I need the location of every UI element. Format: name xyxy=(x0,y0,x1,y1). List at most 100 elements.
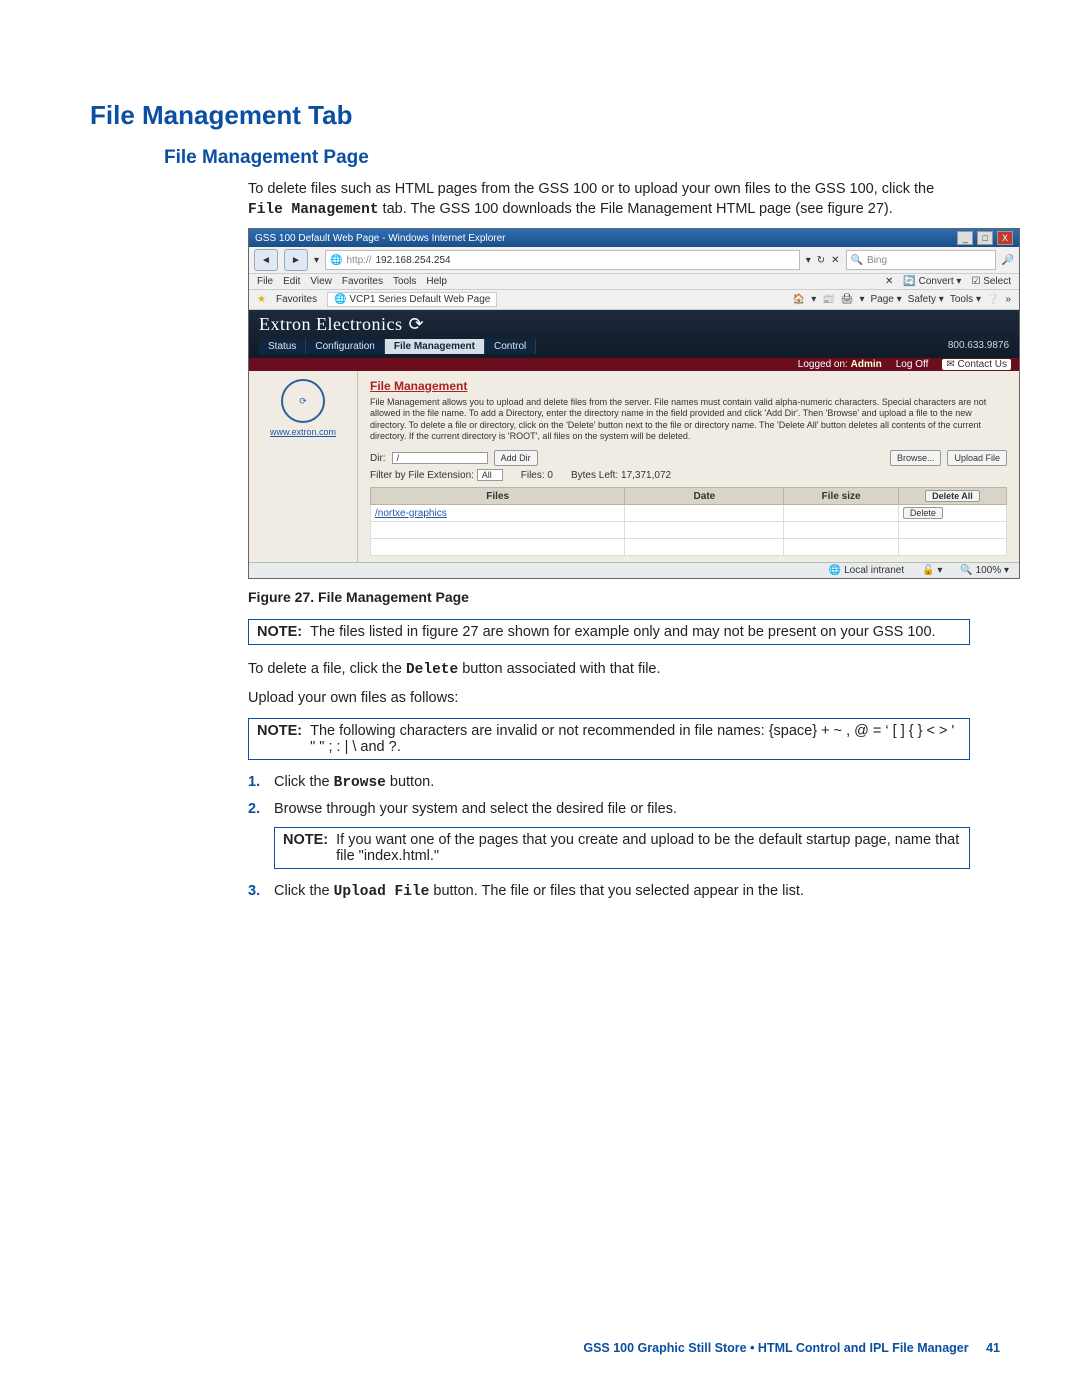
page-title: File Management Tab xyxy=(90,100,1000,131)
mode-icon: 🔓 xyxy=(922,565,934,576)
browser-navbar: ◄ ► ▾ 🌐 http:// 192.168.254.254 ▾ ↻ ✕ 🔍 … xyxy=(249,247,1019,274)
log-off-link[interactable]: Log Off xyxy=(896,359,929,370)
tab-status[interactable]: Status xyxy=(259,339,306,354)
files-count-group: Files: 0 xyxy=(521,470,553,481)
zone-label: Local intranet xyxy=(844,565,904,576)
dir-input[interactable]: / xyxy=(392,452,488,464)
search-go-icon[interactable]: 🔎 xyxy=(1002,255,1014,266)
close-button[interactable]: X xyxy=(997,231,1013,245)
note-box-1: NOTE: The files listed in figure 27 are … xyxy=(248,619,970,645)
status-mode[interactable]: 🔓 ▾ xyxy=(922,565,942,576)
menu-view[interactable]: View xyxy=(310,276,332,287)
step-3: Click the Upload File button. The file o… xyxy=(248,883,970,900)
figure-screenshot: GSS 100 Default Web Page - Windows Inter… xyxy=(248,228,1020,579)
bytes-value: 17,371,072 xyxy=(621,470,671,481)
nav-dropdown2-icon[interactable]: ▾ xyxy=(806,255,811,266)
page-footer: GSS 100 Graphic Still Store • HTML Contr… xyxy=(583,1341,1000,1355)
menu-help[interactable]: Help xyxy=(426,276,447,287)
app-tabs: Status Configuration File Management Con… xyxy=(259,339,1009,354)
files-label: Files: xyxy=(521,470,545,481)
upload-file-button[interactable]: Upload File xyxy=(947,450,1007,466)
forward-button[interactable]: ► xyxy=(284,249,308,271)
tab-configuration[interactable]: Configuration xyxy=(306,339,384,354)
file-link[interactable]: /nortxe-graphics xyxy=(375,508,447,519)
menu-file[interactable]: File xyxy=(257,276,273,287)
toolbar-convert[interactable]: 🔄 Convert ▾ xyxy=(903,276,961,287)
filter-group: Filter by File Extension: All xyxy=(370,470,503,481)
figure-caption: Figure 27. File Management Page xyxy=(248,589,970,605)
home-icon[interactable]: 🏠 xyxy=(793,294,805,305)
filter-select[interactable]: All xyxy=(477,469,503,481)
menu-edit[interactable]: Edit xyxy=(283,276,300,287)
sidebar-link[interactable]: www.extron.com xyxy=(253,427,353,437)
contact-us[interactable]: ✉ Contact Us xyxy=(942,359,1011,370)
steps-list-cont: Click the Upload File button. The file o… xyxy=(248,883,970,900)
bytes-label: Bytes Left: xyxy=(571,470,618,481)
feeds-icon[interactable]: 📰 xyxy=(822,294,834,305)
menu-favorites[interactable]: Favorites xyxy=(342,276,383,287)
col-action: Delete All xyxy=(898,488,1006,505)
fm-controls: Dir: / Add Dir Browse... Upload File xyxy=(370,450,1007,466)
intro-code: File Management xyxy=(248,202,379,218)
help-icon[interactable]: ❔ xyxy=(987,294,999,305)
step3-post: button. The file or files that you selec… xyxy=(429,883,804,899)
note-box-3: NOTE: If you want one of the pages that … xyxy=(274,827,970,869)
sidebar-logo: ⟳ xyxy=(281,379,325,423)
print-dropdown-icon[interactable]: ▾ xyxy=(859,294,864,305)
search-icon: 🔍 xyxy=(851,255,863,266)
upload-instruction: Upload your own files as follows: xyxy=(248,688,970,708)
window-title: GSS 100 Default Web Page - Windows Inter… xyxy=(255,233,506,244)
dir-label: Dir: xyxy=(370,453,386,464)
delete-code: Delete xyxy=(406,662,458,678)
zone-icon: 🌐 xyxy=(829,565,841,576)
browse-button[interactable]: Browse... xyxy=(890,450,942,466)
browser-tabbar: ★ Favorites 🌐 VCP1 Series Default Web Pa… xyxy=(249,290,1019,310)
col-size: File size xyxy=(784,488,898,505)
intro-text-2: tab. The GSS 100 downloads the File Mana… xyxy=(379,201,893,217)
note-box-2: NOTE: The following characters are inval… xyxy=(248,718,970,760)
maximize-button[interactable]: □ xyxy=(977,231,993,245)
address-prefix: http:// xyxy=(346,255,371,266)
delete-all-button[interactable]: Delete All xyxy=(925,490,980,502)
address-bar[interactable]: 🌐 http:// 192.168.254.254 xyxy=(325,250,800,270)
browser-menubar: File Edit View Favorites Tools Help ✕ 🔄 … xyxy=(249,274,1019,290)
back-button[interactable]: ◄ xyxy=(254,249,278,271)
menu-tools[interactable]: Tools xyxy=(393,276,416,287)
status-zoom[interactable]: 🔍 100% ▾ xyxy=(960,565,1009,576)
toolbar-x-icon[interactable]: ✕ xyxy=(885,276,893,287)
safety-menu[interactable]: Safety ▾ xyxy=(908,294,944,305)
filter-label: Filter by File Extension: xyxy=(370,470,474,481)
mode-dropdown: ▾ xyxy=(937,565,942,576)
overflow-icon[interactable]: » xyxy=(1005,294,1011,305)
fm-filter-row: Filter by File Extension: All Files: 0 B… xyxy=(370,470,1007,481)
page-menu[interactable]: Page ▾ xyxy=(871,294,902,305)
toolbar-select[interactable]: ☑ Select xyxy=(971,276,1011,287)
browser-tab[interactable]: 🌐 VCP1 Series Default Web Page xyxy=(327,292,497,307)
note-text: The following characters are invalid or … xyxy=(310,723,961,755)
print-icon[interactable]: 🖨 xyxy=(841,294,854,305)
tab-control[interactable]: Control xyxy=(485,339,536,354)
file-size xyxy=(784,505,898,522)
tools-menu[interactable]: Tools ▾ xyxy=(950,294,981,305)
search-box[interactable]: 🔍 Bing xyxy=(846,250,996,270)
stop-icon[interactable]: ✕ xyxy=(831,255,839,266)
logged-user: Admin xyxy=(851,359,882,370)
delete-button[interactable]: Delete xyxy=(903,507,943,519)
fm-table: Files Date File size Delete All /nortxe-… xyxy=(370,487,1007,556)
add-dir-button[interactable]: Add Dir xyxy=(494,450,538,466)
refresh-icon[interactable]: ↻ xyxy=(817,255,825,266)
table-row xyxy=(371,539,1007,556)
favorites-star-icon[interactable]: ★ xyxy=(257,294,266,305)
favorites-label[interactable]: Favorites xyxy=(276,294,317,305)
nav-dropdown-icon[interactable]: ▾ xyxy=(314,255,319,266)
steps-list: Click the Browse button. Browse through … xyxy=(248,774,970,817)
step1-post: button. xyxy=(386,774,434,790)
fm-body: ⟳ www.extron.com File Management File Ma… xyxy=(249,371,1019,562)
main-panel: File Management File Management allows y… xyxy=(358,371,1019,562)
logged-label: Logged on: xyxy=(798,359,848,370)
home-dropdown-icon[interactable]: ▾ xyxy=(811,294,816,305)
tab-file-management[interactable]: File Management xyxy=(385,339,485,354)
minimize-button[interactable]: _ xyxy=(957,231,973,245)
delete-post: button associated with that file. xyxy=(458,661,660,677)
table-header-row: Files Date File size Delete All xyxy=(371,488,1007,505)
